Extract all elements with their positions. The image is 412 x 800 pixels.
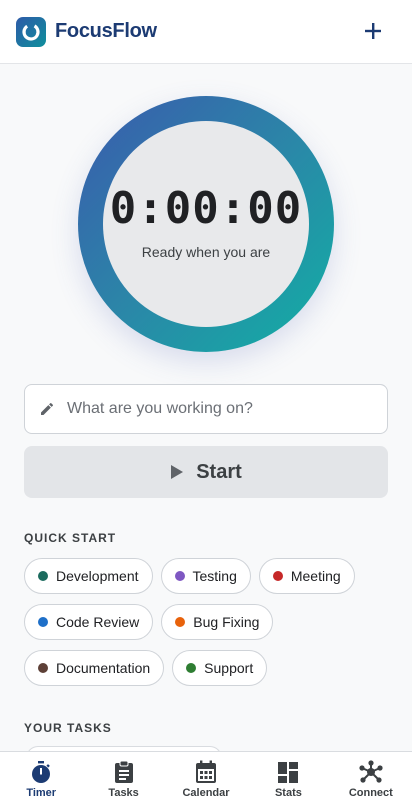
start-button[interactable]: Start bbox=[24, 446, 388, 498]
nav-label: Connect bbox=[348, 787, 393, 799]
nav-item-tasks[interactable]: Tasks bbox=[82, 752, 164, 800]
color-dot bbox=[38, 617, 48, 627]
nav-label: Timer bbox=[26, 787, 57, 799]
clipboard-icon bbox=[114, 760, 133, 783]
chip-support[interactable]: Support bbox=[172, 650, 268, 686]
start-button-label: Start bbox=[196, 460, 242, 483]
focusflow-logo-icon bbox=[16, 16, 46, 47]
chip-development[interactable]: Development bbox=[24, 558, 153, 594]
hub-icon bbox=[359, 760, 383, 783]
chip-label: Code Review bbox=[56, 614, 140, 630]
bottom-navigation: Timer Tasks Calendar Stats Connect bbox=[0, 751, 412, 800]
your-tasks-heading: YOUR TASKS bbox=[24, 721, 112, 735]
color-dot bbox=[174, 571, 185, 581]
timer-time: 0:00:00 bbox=[109, 182, 303, 234]
chip-label: Support bbox=[204, 660, 254, 676]
color-dot bbox=[272, 571, 283, 581]
app-header: FocusFlow bbox=[0, 0, 412, 64]
dashboard-icon bbox=[278, 762, 299, 783]
color-dot bbox=[175, 617, 186, 627]
chip-meeting[interactable]: Meeting bbox=[258, 558, 355, 594]
chip-label: Testing bbox=[192, 568, 237, 584]
nav-label: Tasks bbox=[108, 787, 139, 799]
nav-item-calendar[interactable]: Calendar bbox=[165, 752, 247, 800]
play-icon bbox=[171, 465, 184, 479]
chip-bug-fixing[interactable]: Bug Fixing bbox=[161, 604, 274, 640]
add-button[interactable] bbox=[360, 17, 386, 45]
stopwatch-icon bbox=[32, 761, 51, 783]
chip-testing[interactable]: Testing bbox=[160, 558, 251, 594]
nav-item-stats[interactable]: Stats bbox=[247, 752, 329, 800]
quick-start-chips: Development Testing Meeting Code Review … bbox=[24, 558, 394, 686]
app-title: FocusFlow bbox=[55, 20, 157, 42]
color-dot bbox=[38, 571, 48, 581]
color-dot bbox=[38, 663, 48, 673]
timer-display: 0:00:00 Ready when you are bbox=[103, 121, 309, 327]
task-input-field[interactable] bbox=[24, 384, 388, 434]
nav-item-timer[interactable]: Timer bbox=[0, 752, 82, 800]
chip-documentation[interactable]: Documentation bbox=[24, 650, 165, 686]
task-input[interactable] bbox=[67, 400, 367, 418]
timer-status: Ready when you are bbox=[141, 243, 271, 260]
plus-icon bbox=[365, 23, 381, 39]
nav-item-connect[interactable]: Connect bbox=[330, 752, 412, 800]
chip-label: Bug Fixing bbox=[193, 614, 260, 630]
quick-start-heading: QUICK START bbox=[24, 531, 117, 545]
nav-label: Stats bbox=[274, 787, 302, 799]
chip-code-review[interactable]: Code Review bbox=[24, 604, 154, 640]
chip-label: Development bbox=[56, 568, 139, 584]
pencil-icon bbox=[41, 402, 54, 415]
chip-label: Meeting bbox=[290, 568, 341, 584]
chip-label: Documentation bbox=[56, 660, 151, 676]
color-dot bbox=[186, 663, 197, 673]
nav-label: Calendar bbox=[182, 787, 230, 799]
calendar-icon bbox=[196, 760, 217, 783]
